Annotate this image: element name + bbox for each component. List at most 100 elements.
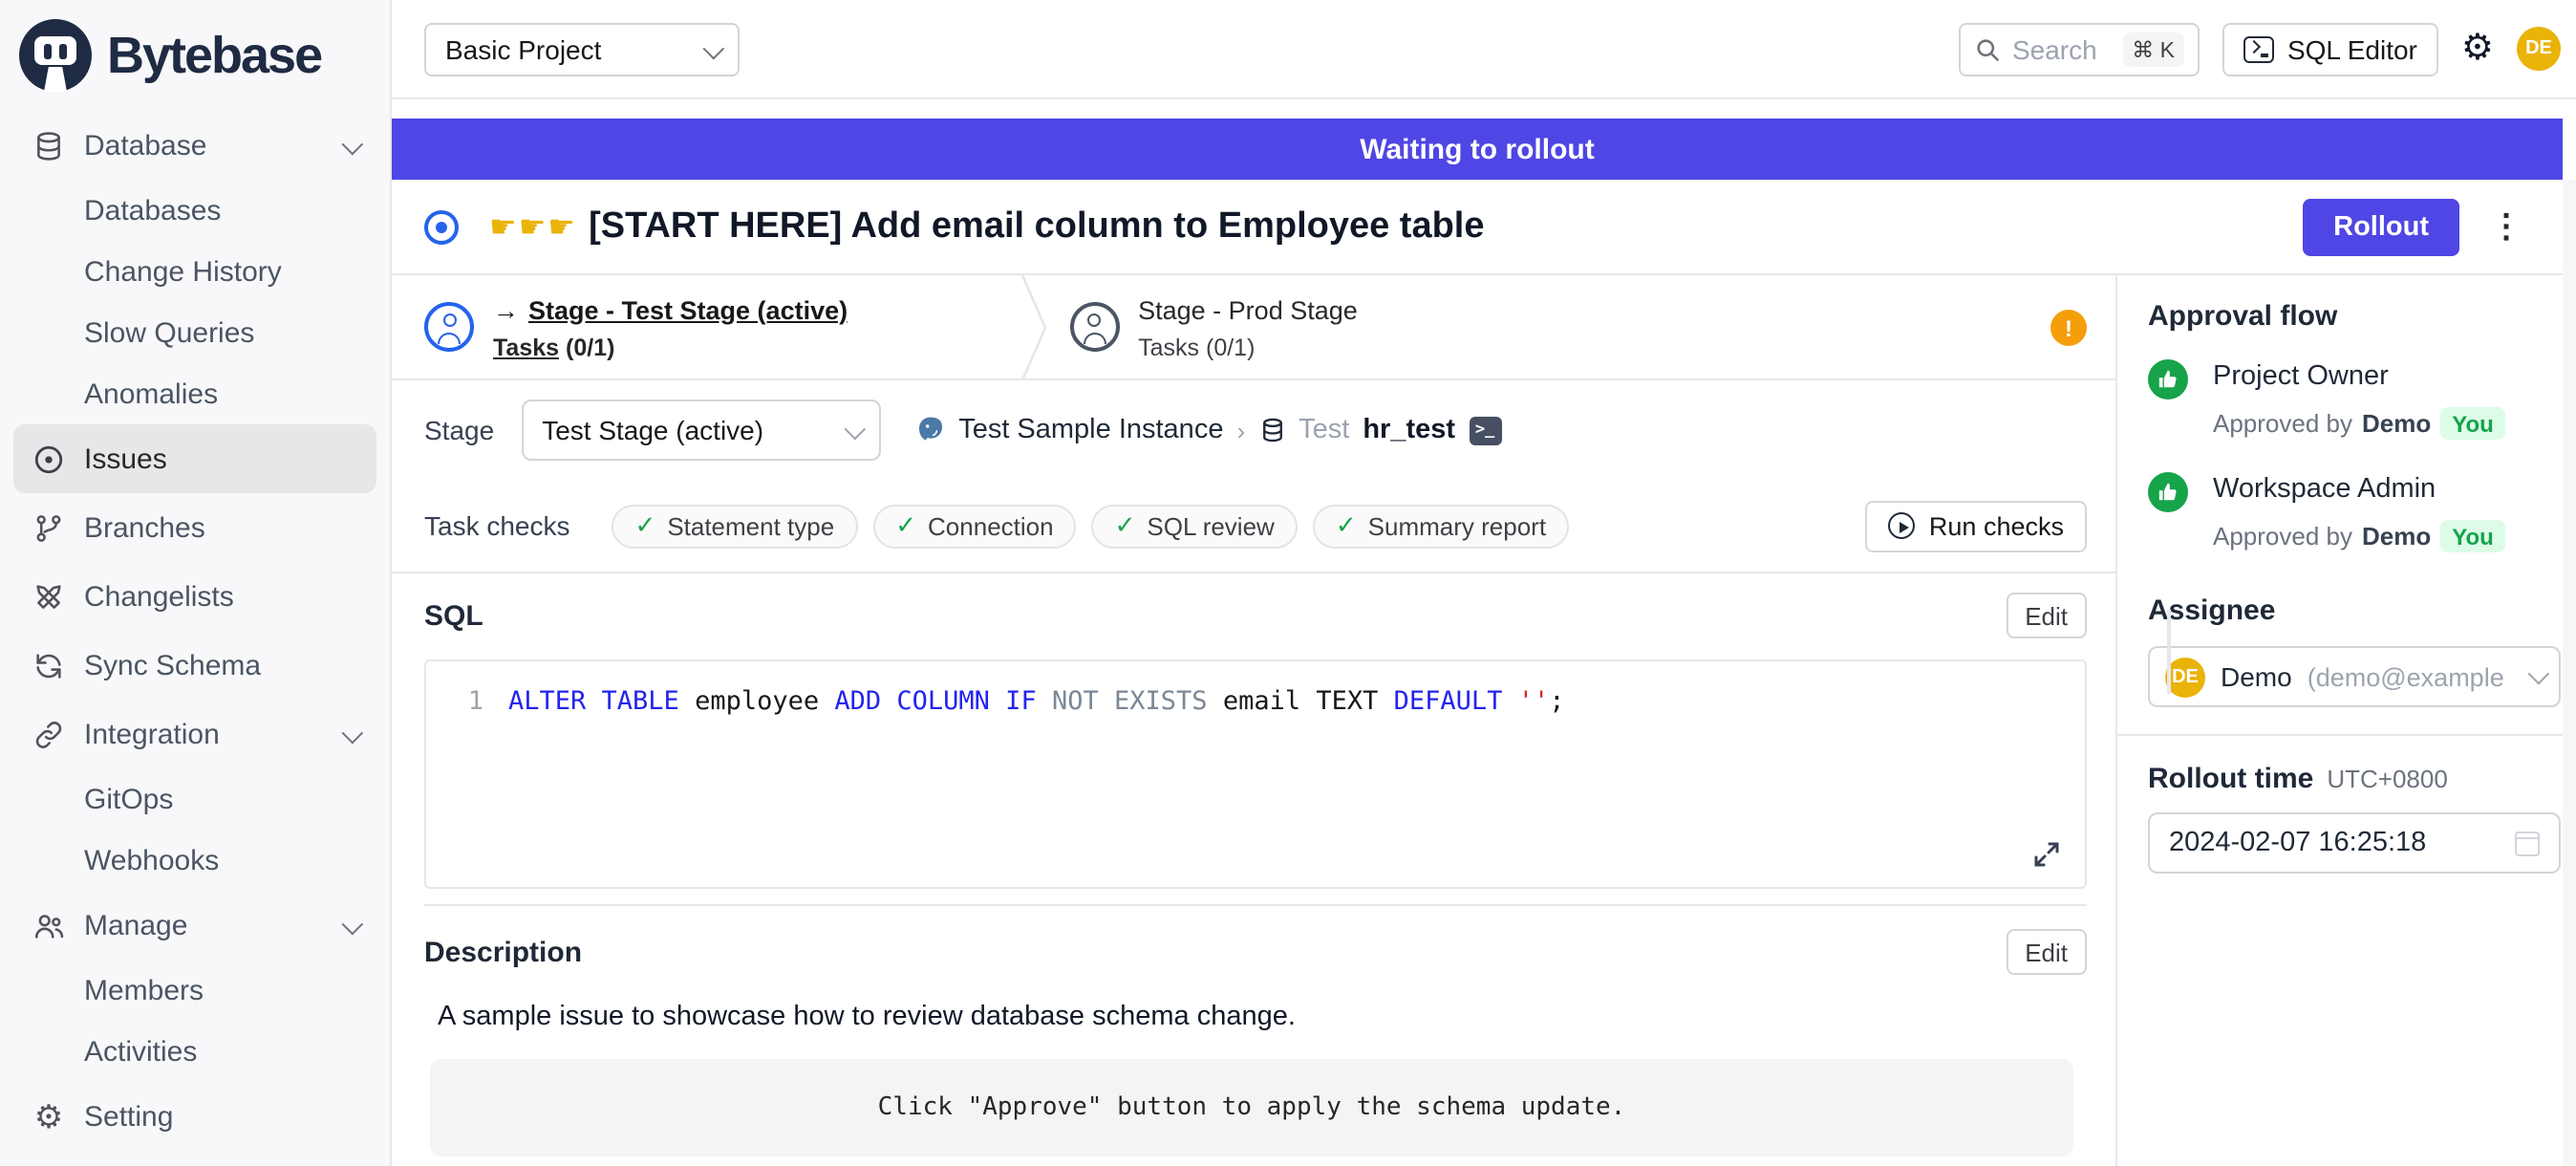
thumbs-up-icon: [2148, 472, 2188, 512]
rollout-time-heading: Rollout time: [2148, 763, 2313, 795]
settings-gear-icon[interactable]: ⚙: [2461, 31, 2494, 67]
approver-name: Demo: [2362, 409, 2431, 438]
sidebar-item-webhooks[interactable]: Webhooks: [13, 830, 376, 891]
check-pill-sql-review[interactable]: ✓SQL review: [1092, 504, 1298, 548]
sql-editor[interactable]: 1 ALTER TABLE employee ADD COLUMN IF NOT…: [424, 659, 2087, 889]
stage-select-value: Test Stage (active): [542, 415, 763, 445]
sidebar-item-label: Database: [84, 129, 206, 162]
top-bar: Basic Project Search ⌘ K SQL Editor ⚙ DE: [392, 0, 2576, 99]
database-icon: [1258, 417, 1285, 443]
panel-divider: [2117, 734, 2563, 736]
sidebar-item-branches[interactable]: Branches: [13, 493, 376, 562]
sidebar-item-database[interactable]: Database: [13, 111, 376, 180]
check-icon: ✓: [635, 510, 656, 541]
gear-icon: ⚙: [32, 1100, 65, 1133]
bytebase-logo-icon: [19, 19, 92, 92]
rollout-button[interactable]: Rollout: [2303, 198, 2459, 255]
issue-title-row: ☛☛☛ [START HERE] Add email column to Emp…: [392, 180, 2563, 275]
check-icon: ✓: [1115, 510, 1136, 541]
link-icon: [32, 718, 65, 750]
description-code-block: Click "Approve" button to apply the sche…: [430, 1059, 2073, 1156]
stage-tasks-link[interactable]: Tasks: [493, 334, 559, 360]
stage-warning-badge: !: [2050, 310, 2087, 346]
stage-name: Stage - Test Stage (active): [528, 295, 848, 324]
approval-step: Project Owner Approved by Demo You: [2148, 359, 2563, 440]
rollout-time-input[interactable]: 2024-02-07 16:25:18: [2148, 812, 2561, 874]
task-checks-label: Task checks: [424, 510, 570, 541]
issue-icon: [32, 443, 65, 475]
terminal-icon: [2243, 35, 2274, 62]
stage-person-icon: [424, 302, 474, 352]
breadcrumb-database[interactable]: hr_test: [1363, 415, 1455, 445]
approval-role: Project Owner: [2213, 361, 2389, 392]
assignee-name: Demo: [2221, 661, 2292, 692]
approval-step: Workspace Admin Approved by Demo You: [2148, 472, 2563, 552]
sidebar-item-sync-schema[interactable]: Sync Schema: [13, 631, 376, 700]
main-column: Basic Project Search ⌘ K SQL Editor ⚙ DE…: [392, 0, 2576, 1166]
status-banner: Waiting to rollout: [392, 119, 2563, 180]
sidebar-item-anomalies[interactable]: Anomalies: [13, 363, 376, 424]
thumbs-up-icon: [2148, 359, 2188, 399]
check-pill-connection[interactable]: ✓Connection: [872, 504, 1076, 548]
check-icon: ✓: [895, 510, 916, 541]
chevron-down-icon: [703, 33, 719, 64]
calendar-icon: [2515, 831, 2540, 855]
sidebar-item-setting[interactable]: ⚙ Setting: [13, 1082, 376, 1151]
breadcrumb-chevron-icon: ›: [1236, 416, 1245, 444]
bytebase-app: Bytebase Database Databases Change Histo…: [0, 0, 2576, 1166]
expand-icon[interactable]: [2033, 841, 2060, 868]
project-selector[interactable]: Basic Project: [424, 22, 740, 76]
check-pill-statement-type[interactable]: ✓Statement type: [612, 504, 858, 548]
issue-detail-pane: →Stage - Test Stage (active) Tasks (0/1)…: [392, 275, 2117, 1166]
breadcrumb-environment: Test: [1299, 415, 1349, 445]
assignee-select[interactable]: DE Demo (demo@example: [2148, 646, 2561, 707]
stage-tab-prod[interactable]: Stage - Prod Stage Tasks (0/1): [1046, 293, 1358, 360]
description-edit-button[interactable]: Edit: [2006, 929, 2087, 975]
scrollbar[interactable]: [2563, 180, 2576, 1166]
issue-status-icon: [424, 209, 459, 244]
sidebar-item-members[interactable]: Members: [13, 960, 376, 1021]
issue-side-panel: Approval flow Project Owner Approved by …: [2117, 275, 2576, 1166]
sidebar-item-issues[interactable]: Issues: [13, 424, 376, 493]
check-pill-summary-report[interactable]: ✓Summary report: [1313, 504, 1569, 548]
approval-flow-heading: Approval flow: [2148, 300, 2563, 333]
approval-role: Workspace Admin: [2213, 474, 2436, 505]
run-checks-button[interactable]: Run checks: [1866, 500, 2087, 551]
database-icon: [32, 129, 65, 162]
sidebar-item-changelists[interactable]: Changelists: [13, 562, 376, 631]
sidebar-item-activities[interactable]: Activities: [13, 1021, 376, 1082]
sql-editor-button[interactable]: SQL Editor: [2222, 22, 2438, 76]
stage-separator: [1020, 274, 1046, 379]
sidebar-item-manage[interactable]: Manage: [13, 891, 376, 960]
search-input[interactable]: Search ⌘ K: [1959, 22, 2200, 76]
active-arrow-icon: →: [493, 295, 519, 324]
task-checks-row: Task checks ✓Statement type ✓Connection …: [392, 480, 2115, 573]
stage-tabs: →Stage - Test Stage (active) Tasks (0/1)…: [392, 275, 2115, 380]
sidebar-item-gitops[interactable]: GitOps: [13, 768, 376, 830]
sidebar-item-databases[interactable]: Databases: [13, 180, 376, 241]
approver-name: Demo: [2362, 522, 2431, 551]
open-sql-editor-icon[interactable]: >_: [1469, 416, 1501, 444]
sql-code-line: ALTER TABLE employee ADD COLUMN IF NOT E…: [508, 686, 1565, 717]
chevron-down-icon: [844, 415, 859, 445]
you-badge: You: [2440, 407, 2505, 440]
chevron-down-icon: [342, 129, 357, 162]
breadcrumb-instance[interactable]: Test Sample Instance: [958, 415, 1223, 445]
search-shortcut-badge: ⌘ K: [2122, 32, 2184, 66]
brand-logo[interactable]: Bytebase: [13, 15, 376, 111]
user-avatar[interactable]: DE: [2517, 27, 2561, 71]
sidebar: Bytebase Database Databases Change Histo…: [0, 0, 392, 1166]
branch-icon: [32, 511, 65, 544]
description-body: A sample issue to showcase how to review…: [424, 975, 2087, 1032]
stage-tab-test[interactable]: →Stage - Test Stage (active) Tasks (0/1): [392, 293, 848, 360]
pointer-emoji: ☛☛☛: [489, 207, 577, 246]
brand-name: Bytebase: [107, 26, 321, 85]
sql-edit-button[interactable]: Edit: [2006, 593, 2087, 638]
approval-connector: [2167, 610, 2171, 694]
sidebar-item-change-history[interactable]: Change History: [13, 241, 376, 302]
sidebar-item-slow-queries[interactable]: Slow Queries: [13, 302, 376, 363]
stage-select[interactable]: Test Stage (active): [521, 399, 880, 461]
sql-section: SQL Edit 1 ALTER TABLE employee ADD COLU…: [392, 573, 2115, 906]
kebab-menu-icon[interactable]: ⋮: [2490, 207, 2522, 246]
sidebar-item-integration[interactable]: Integration: [13, 700, 376, 768]
